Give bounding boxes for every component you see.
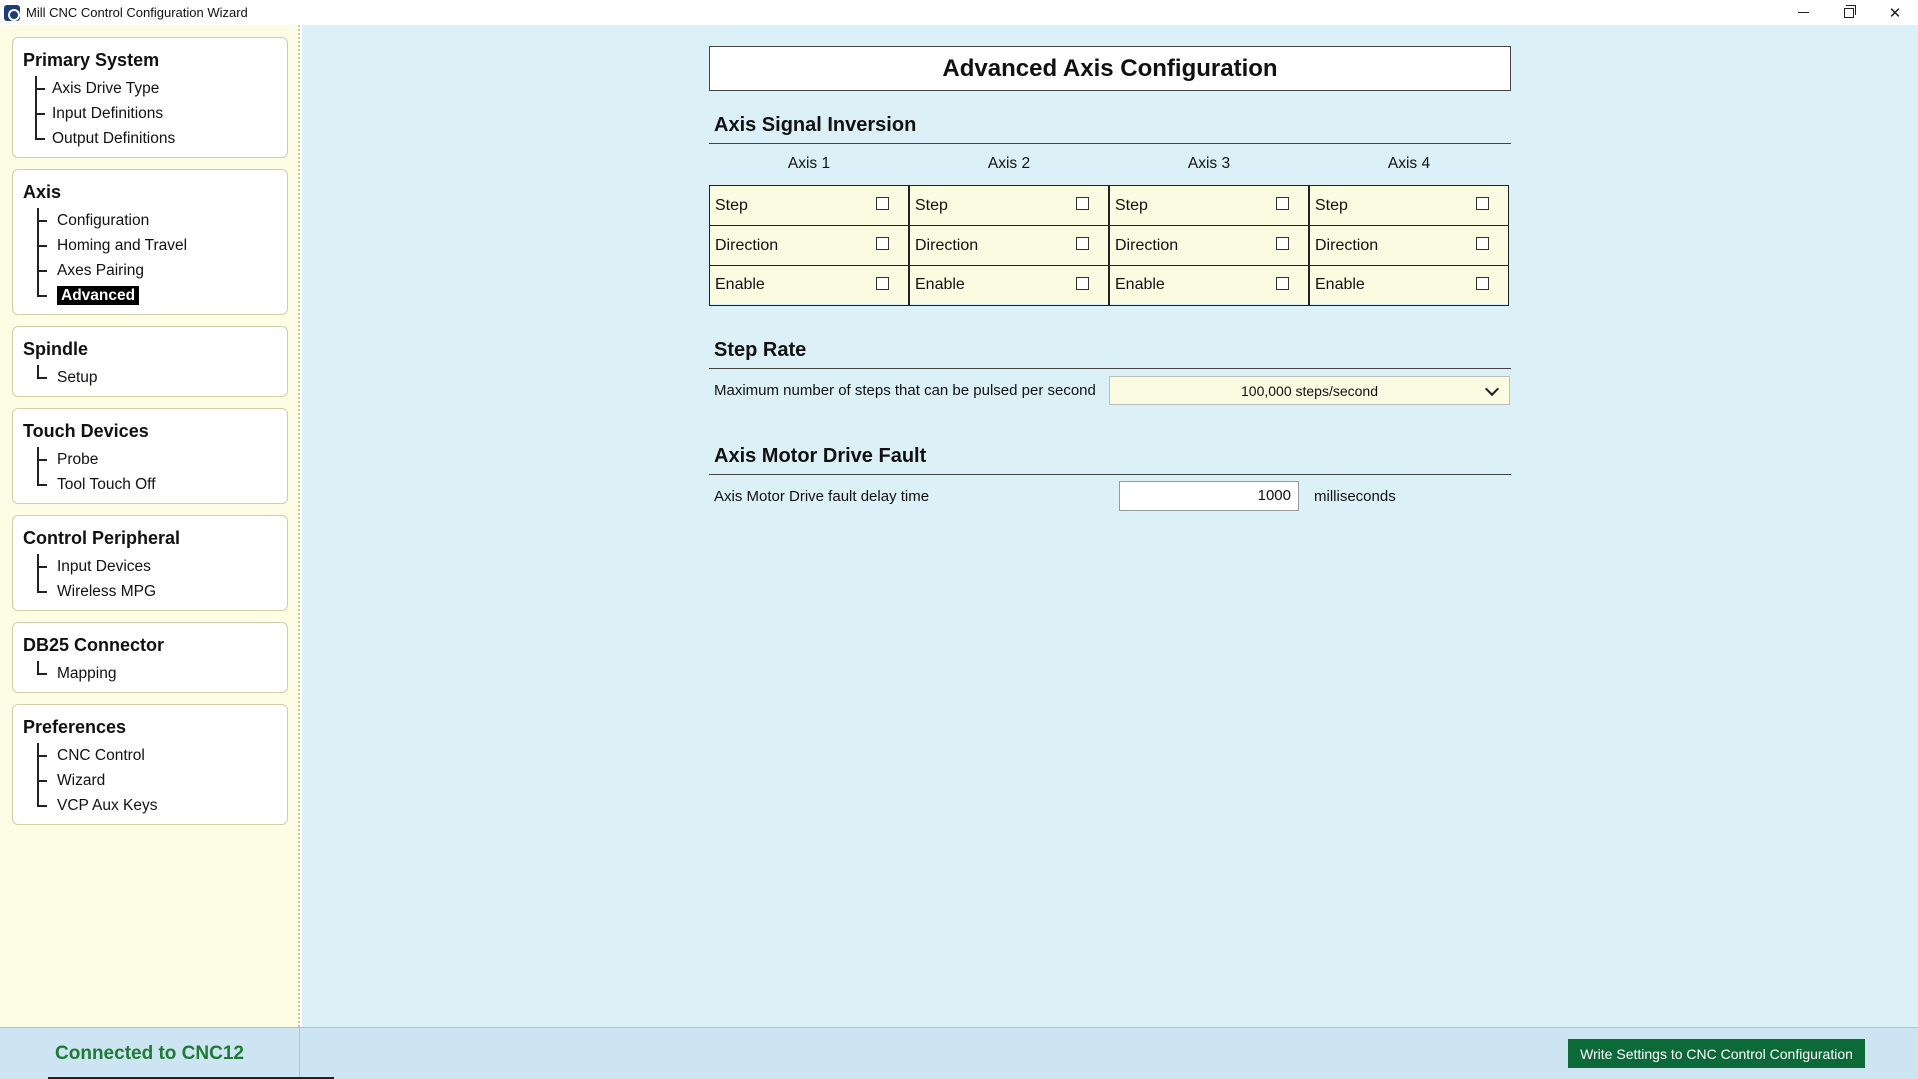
- restore-button[interactable]: [1826, 0, 1872, 25]
- axis-2-enable-row: Enable: [910, 266, 1108, 304]
- axis-1-direction-checkbox[interactable]: [876, 237, 889, 250]
- sidebar-item-setup[interactable]: Setup: [23, 365, 287, 390]
- step-rate-title: Step Rate: [714, 339, 807, 361]
- connection-status: Connected to CNC12: [0, 1028, 300, 1079]
- section-divider: [709, 368, 1511, 369]
- nav-group-spindle: Spindle Setup: [12, 326, 288, 397]
- axis-3-step-row: Step: [1110, 186, 1308, 226]
- restore-icon: [1844, 4, 1856, 18]
- window-title: Mill CNC Control Configuration Wizard: [26, 5, 248, 20]
- nav-group-title: DB25 Connector: [23, 635, 165, 655]
- step-rate-value: 100,000 steps/second: [1241, 382, 1378, 399]
- axis-1-step-checkbox[interactable]: [876, 197, 889, 210]
- axis-1-enable-checkbox[interactable]: [876, 276, 889, 290]
- axis-4-header: Axis 4: [1387, 155, 1431, 172]
- sidebar-item-probe[interactable]: Probe: [23, 447, 287, 472]
- section-divider: [709, 474, 1511, 475]
- nav-group-control-peripheral: Control Peripheral Input Devices Wireles…: [12, 515, 288, 611]
- active-item-label: Advanced: [57, 286, 140, 305]
- sidebar-item-tool-touch-off[interactable]: Tool Touch Off: [23, 472, 287, 497]
- axis-3-step-checkbox[interactable]: [1276, 197, 1289, 210]
- axis-2-signals: Step Direction Enable: [909, 185, 1109, 306]
- axis-3-signals: Step Direction Enable: [1109, 185, 1309, 306]
- signal-inversion-title: Axis Signal Inversion: [714, 114, 917, 136]
- sidebar-item-mapping[interactable]: Mapping: [23, 661, 287, 686]
- drive-fault-unit: milliseconds: [1314, 488, 1396, 505]
- axis-1-enable-row: Enable: [710, 266, 908, 304]
- write-settings-button[interactable]: Write Settings to CNC Control Configurat…: [1568, 1039, 1865, 1068]
- axis-3-direction-checkbox[interactable]: [1276, 237, 1289, 250]
- axis-2-direction-row: Direction: [910, 226, 1108, 266]
- drive-fault-delay-input[interactable]: 1000: [1119, 481, 1299, 511]
- title-bar: Mill CNC Control Configuration Wizard ✕: [0, 0, 1918, 25]
- sidebar-item-homing-and-travel[interactable]: Homing and Travel: [23, 233, 287, 258]
- sidebar-item-input-definitions[interactable]: Input Definitions: [23, 101, 287, 126]
- axis-4-direction-checkbox[interactable]: [1476, 237, 1489, 250]
- status-bar: Connected to CNC12 Write Settings to CNC…: [0, 1027, 1918, 1079]
- axis-4-direction-row: Direction: [1310, 226, 1508, 266]
- axis-3-enable-checkbox[interactable]: [1276, 276, 1289, 290]
- page-title: Advanced Axis Configuration: [709, 46, 1511, 91]
- close-button[interactable]: ✕: [1872, 0, 1918, 25]
- section-divider: [709, 143, 1511, 144]
- chevron-down-icon: [1484, 381, 1500, 397]
- main-panel: Advanced Axis Configuration Axis Signal …: [302, 25, 1918, 1027]
- nav-group-title: Axis: [23, 182, 62, 202]
- sidebar-item-wizard[interactable]: Wizard: [23, 768, 287, 793]
- axis-2-header: Axis 2: [987, 155, 1031, 172]
- axis-2-enable-checkbox[interactable]: [1076, 276, 1089, 290]
- axis-2-step-checkbox[interactable]: [1076, 197, 1089, 210]
- axis-4-signals: Step Direction Enable: [1309, 185, 1509, 306]
- sidebar-item-input-devices[interactable]: Input Devices: [23, 554, 287, 579]
- axis-1-header: Axis 1: [787, 155, 831, 172]
- sidebar-item-output-definitions[interactable]: Output Definitions: [23, 126, 287, 151]
- axis-4-step-checkbox[interactable]: [1476, 197, 1489, 210]
- axis-2-step-row: Step: [910, 186, 1108, 226]
- nav-group-preferences: Preferences CNC Control Wizard VCP Aux K…: [12, 704, 288, 825]
- axis-4-enable-checkbox[interactable]: [1476, 276, 1489, 290]
- axis-4-step-row: Step: [1310, 186, 1508, 226]
- axis-3-header: Axis 3: [1187, 155, 1231, 172]
- nav-group-title: Primary System: [23, 50, 160, 70]
- nav-group-axis: Axis Configuration Homing and Travel Axe…: [12, 169, 288, 315]
- minimize-icon: [1797, 12, 1809, 13]
- axis-1-direction-row: Direction: [710, 226, 908, 266]
- nav-group-db25-connector: DB25 Connector Mapping: [12, 622, 288, 693]
- nav-group-title: Preferences: [23, 717, 127, 737]
- axis-3-direction-row: Direction: [1110, 226, 1308, 266]
- sidebar-item-advanced[interactable]: Advanced: [23, 283, 287, 308]
- sidebar-item-axes-pairing[interactable]: Axes Pairing: [23, 258, 287, 283]
- nav-group-touch-devices: Touch Devices Probe Tool Touch Off: [12, 408, 288, 504]
- drive-fault-title: Axis Motor Drive Fault: [714, 445, 927, 467]
- sidebar: Primary System Axis Drive Type Input Def…: [0, 25, 300, 1027]
- minimize-button[interactable]: [1780, 0, 1826, 25]
- sidebar-item-configuration[interactable]: Configuration: [23, 208, 287, 233]
- app-icon: [4, 4, 20, 21]
- window-controls: ✕: [1780, 0, 1918, 25]
- sidebar-item-cnc-control[interactable]: CNC Control: [23, 743, 287, 768]
- sidebar-item-axis-drive-type[interactable]: Axis Drive Type: [23, 76, 287, 101]
- axis-4-enable-row: Enable: [1310, 266, 1508, 304]
- nav-group-primary-system: Primary System Axis Drive Type Input Def…: [12, 37, 288, 158]
- nav-group-title: Control Peripheral: [23, 528, 181, 548]
- drive-fault-label: Axis Motor Drive fault delay time: [714, 488, 930, 505]
- step-rate-label: Maximum number of steps that can be puls…: [714, 382, 1096, 399]
- sidebar-item-vcp-aux-keys[interactable]: VCP Aux Keys: [23, 793, 287, 818]
- nav-group-title: Touch Devices: [23, 421, 149, 441]
- axis-1-step-row: Step: [710, 186, 908, 226]
- sidebar-item-wireless-mpg[interactable]: Wireless MPG: [23, 579, 287, 604]
- axis-2-direction-checkbox[interactable]: [1076, 237, 1089, 250]
- close-icon: ✕: [1888, 4, 1902, 22]
- axis-1-signals: Step Direction Enable: [709, 185, 909, 306]
- nav-group-title: Spindle: [23, 339, 89, 359]
- axis-3-enable-row: Enable: [1110, 266, 1308, 304]
- step-rate-select[interactable]: 100,000 steps/second: [1109, 376, 1510, 405]
